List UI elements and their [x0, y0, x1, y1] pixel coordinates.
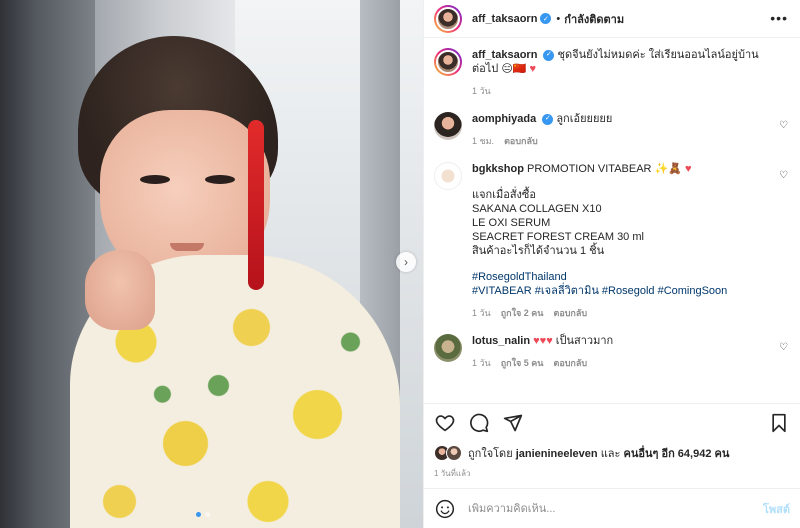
others-likes-link[interactable]: คนอื่นๆ อีก 64,942 คน [624, 448, 730, 460]
reply-button[interactable]: ตอบกลับ [553, 306, 587, 320]
author-username[interactable]: aff_taksaorn [472, 13, 537, 25]
author-avatar[interactable] [434, 4, 462, 33]
comment-item: bgkkshop PROMOTION VITABEAR ✨🧸 ♥ แจกเมื่… [434, 162, 790, 320]
post-side-panel: aff_taksaorn ✓ • กำลังติดตาม ••• aff_tak… [423, 0, 800, 528]
instagram-post: › aff_taksaorn ✓ • กำลังติดตาม ••• aff_t… [0, 0, 800, 528]
comment-likes[interactable]: ถูกใจ 5 คน [501, 356, 544, 370]
reply-button[interactable]: ตอบกลับ [504, 134, 538, 148]
verified-badge-icon: ✓ [542, 113, 554, 125]
post-timestamp[interactable]: 1 วันที่แล้ว [424, 465, 800, 488]
post-header: aff_taksaorn ✓ • กำลังติดตาม ••• [424, 0, 800, 38]
bookmark-icon[interactable] [768, 412, 790, 434]
likes-middle: และ [600, 448, 621, 460]
more-horizontal-icon[interactable]: ••• [770, 10, 788, 26]
commenter-username[interactable]: bgkkshop [472, 163, 524, 175]
hashtag-link[interactable]: #ComingSoon [658, 285, 728, 297]
comment-line: สินค้าอะไรก็ได้จำนวน 1 ชิ้น [472, 245, 605, 257]
header-separator: • [556, 12, 561, 25]
chevron-right-icon: › [404, 255, 408, 269]
likes-summary: ถูกใจโดย janienineeleven และ คนอื่นๆ อีก… [424, 441, 800, 465]
comment-time[interactable]: 1 ชม. [472, 134, 494, 148]
photo-ribbon [248, 120, 264, 290]
add-comment-bar: โพสต์ [424, 488, 800, 528]
caption-time[interactable]: 1 วัน [472, 84, 491, 98]
comment-line: แจกเมื่อสั่งซื้อ [472, 189, 536, 201]
comment-item: aomphiyada ✓ ลูกเอ้ยยยยย 1 ชม. ตอบกลับ ♡ [434, 112, 790, 148]
commenter-avatar[interactable] [434, 112, 462, 140]
verified-badge-icon: ✓ [543, 49, 555, 61]
hashtag-link[interactable]: #RosegoldThailand [472, 270, 770, 284]
following-button[interactable]: กำลังติดตาม [564, 10, 624, 28]
emoji-smiley-icon[interactable] [434, 498, 456, 520]
post-photo[interactable]: › [0, 0, 423, 528]
comment-icon[interactable] [468, 412, 490, 434]
photo-mouth [170, 243, 204, 251]
comment-item: lotus_nalin ♥♥♥ เป็นสาวมาก 1 วัน ถูกใจ 5… [434, 334, 790, 370]
carousel-dot-active [196, 512, 201, 517]
comment-time[interactable]: 1 วัน [472, 306, 491, 320]
comment-time[interactable]: 1 วัน [472, 356, 491, 370]
hashtag-link[interactable]: #Rosegold [602, 285, 655, 297]
heart-emoji-icon: ♥ [529, 63, 537, 75]
commenter-username[interactable]: lotus_nalin [472, 335, 530, 347]
next-photo-button[interactable]: › [396, 252, 416, 272]
photo-hand [85, 250, 155, 330]
caption-author-avatar[interactable] [434, 48, 462, 76]
carousel-dots [196, 512, 210, 517]
commenter-username[interactable]: aomphiyada [472, 113, 536, 125]
hashtag-link[interactable]: #VITABEAR [472, 285, 532, 297]
comment-line: SEACRET FOREST CREAM 30 ml [472, 231, 644, 243]
like-comment-heart-icon[interactable]: ♡ [779, 120, 788, 131]
post-actions-bar [424, 403, 800, 441]
commenter-avatar[interactable] [434, 334, 462, 362]
comment-text: ลูกเอ้ยยยยย [556, 113, 613, 125]
commenter-avatar[interactable] [434, 162, 462, 190]
hashtag-link[interactable]: #เจลลี่วิตามิน [535, 285, 599, 297]
comment-text-head: PROMOTION VITABEAR ✨🧸 [527, 163, 682, 175]
heart-emoji-icon: ♥♥♥ [533, 335, 553, 347]
carousel-dot [205, 512, 210, 517]
caption-username[interactable]: aff_taksaorn [472, 49, 537, 61]
comment-line: SAKANA COLLAGEN X10 [472, 203, 602, 215]
comment-text: เป็นสาวมาก [555, 335, 614, 347]
comment-line: LE OXI SERUM [472, 217, 551, 229]
first-liker-link[interactable]: janienineeleven [516, 448, 598, 460]
comment-likes[interactable]: ถูกใจ 2 คน [501, 306, 544, 320]
post-comment-button[interactable]: โพสต์ [763, 500, 790, 518]
post-caption: aff_taksaorn ✓ ชุดจีนยังไม่หมดค่ะ ใส่เรี… [434, 48, 790, 98]
verified-badge-icon: ✓ [540, 13, 552, 24]
comment-input[interactable] [468, 502, 763, 515]
heart-emoji-icon: ♥ [685, 163, 692, 175]
photo-eye-right [205, 175, 235, 184]
comments-list[interactable]: aff_taksaorn ✓ ชุดจีนยังไม่หมดค่ะ ใส่เรี… [424, 38, 800, 403]
like-comment-heart-icon[interactable]: ♡ [779, 342, 788, 353]
likes-prefix: ถูกใจโดย [468, 448, 513, 460]
like-comment-heart-icon[interactable]: ♡ [779, 170, 788, 181]
share-icon[interactable] [502, 412, 524, 434]
photo-eye-left [140, 175, 170, 184]
heart-outline-icon[interactable] [434, 412, 456, 434]
liker-avatar[interactable] [446, 445, 462, 461]
reply-button[interactable]: ตอบกลับ [553, 356, 587, 370]
